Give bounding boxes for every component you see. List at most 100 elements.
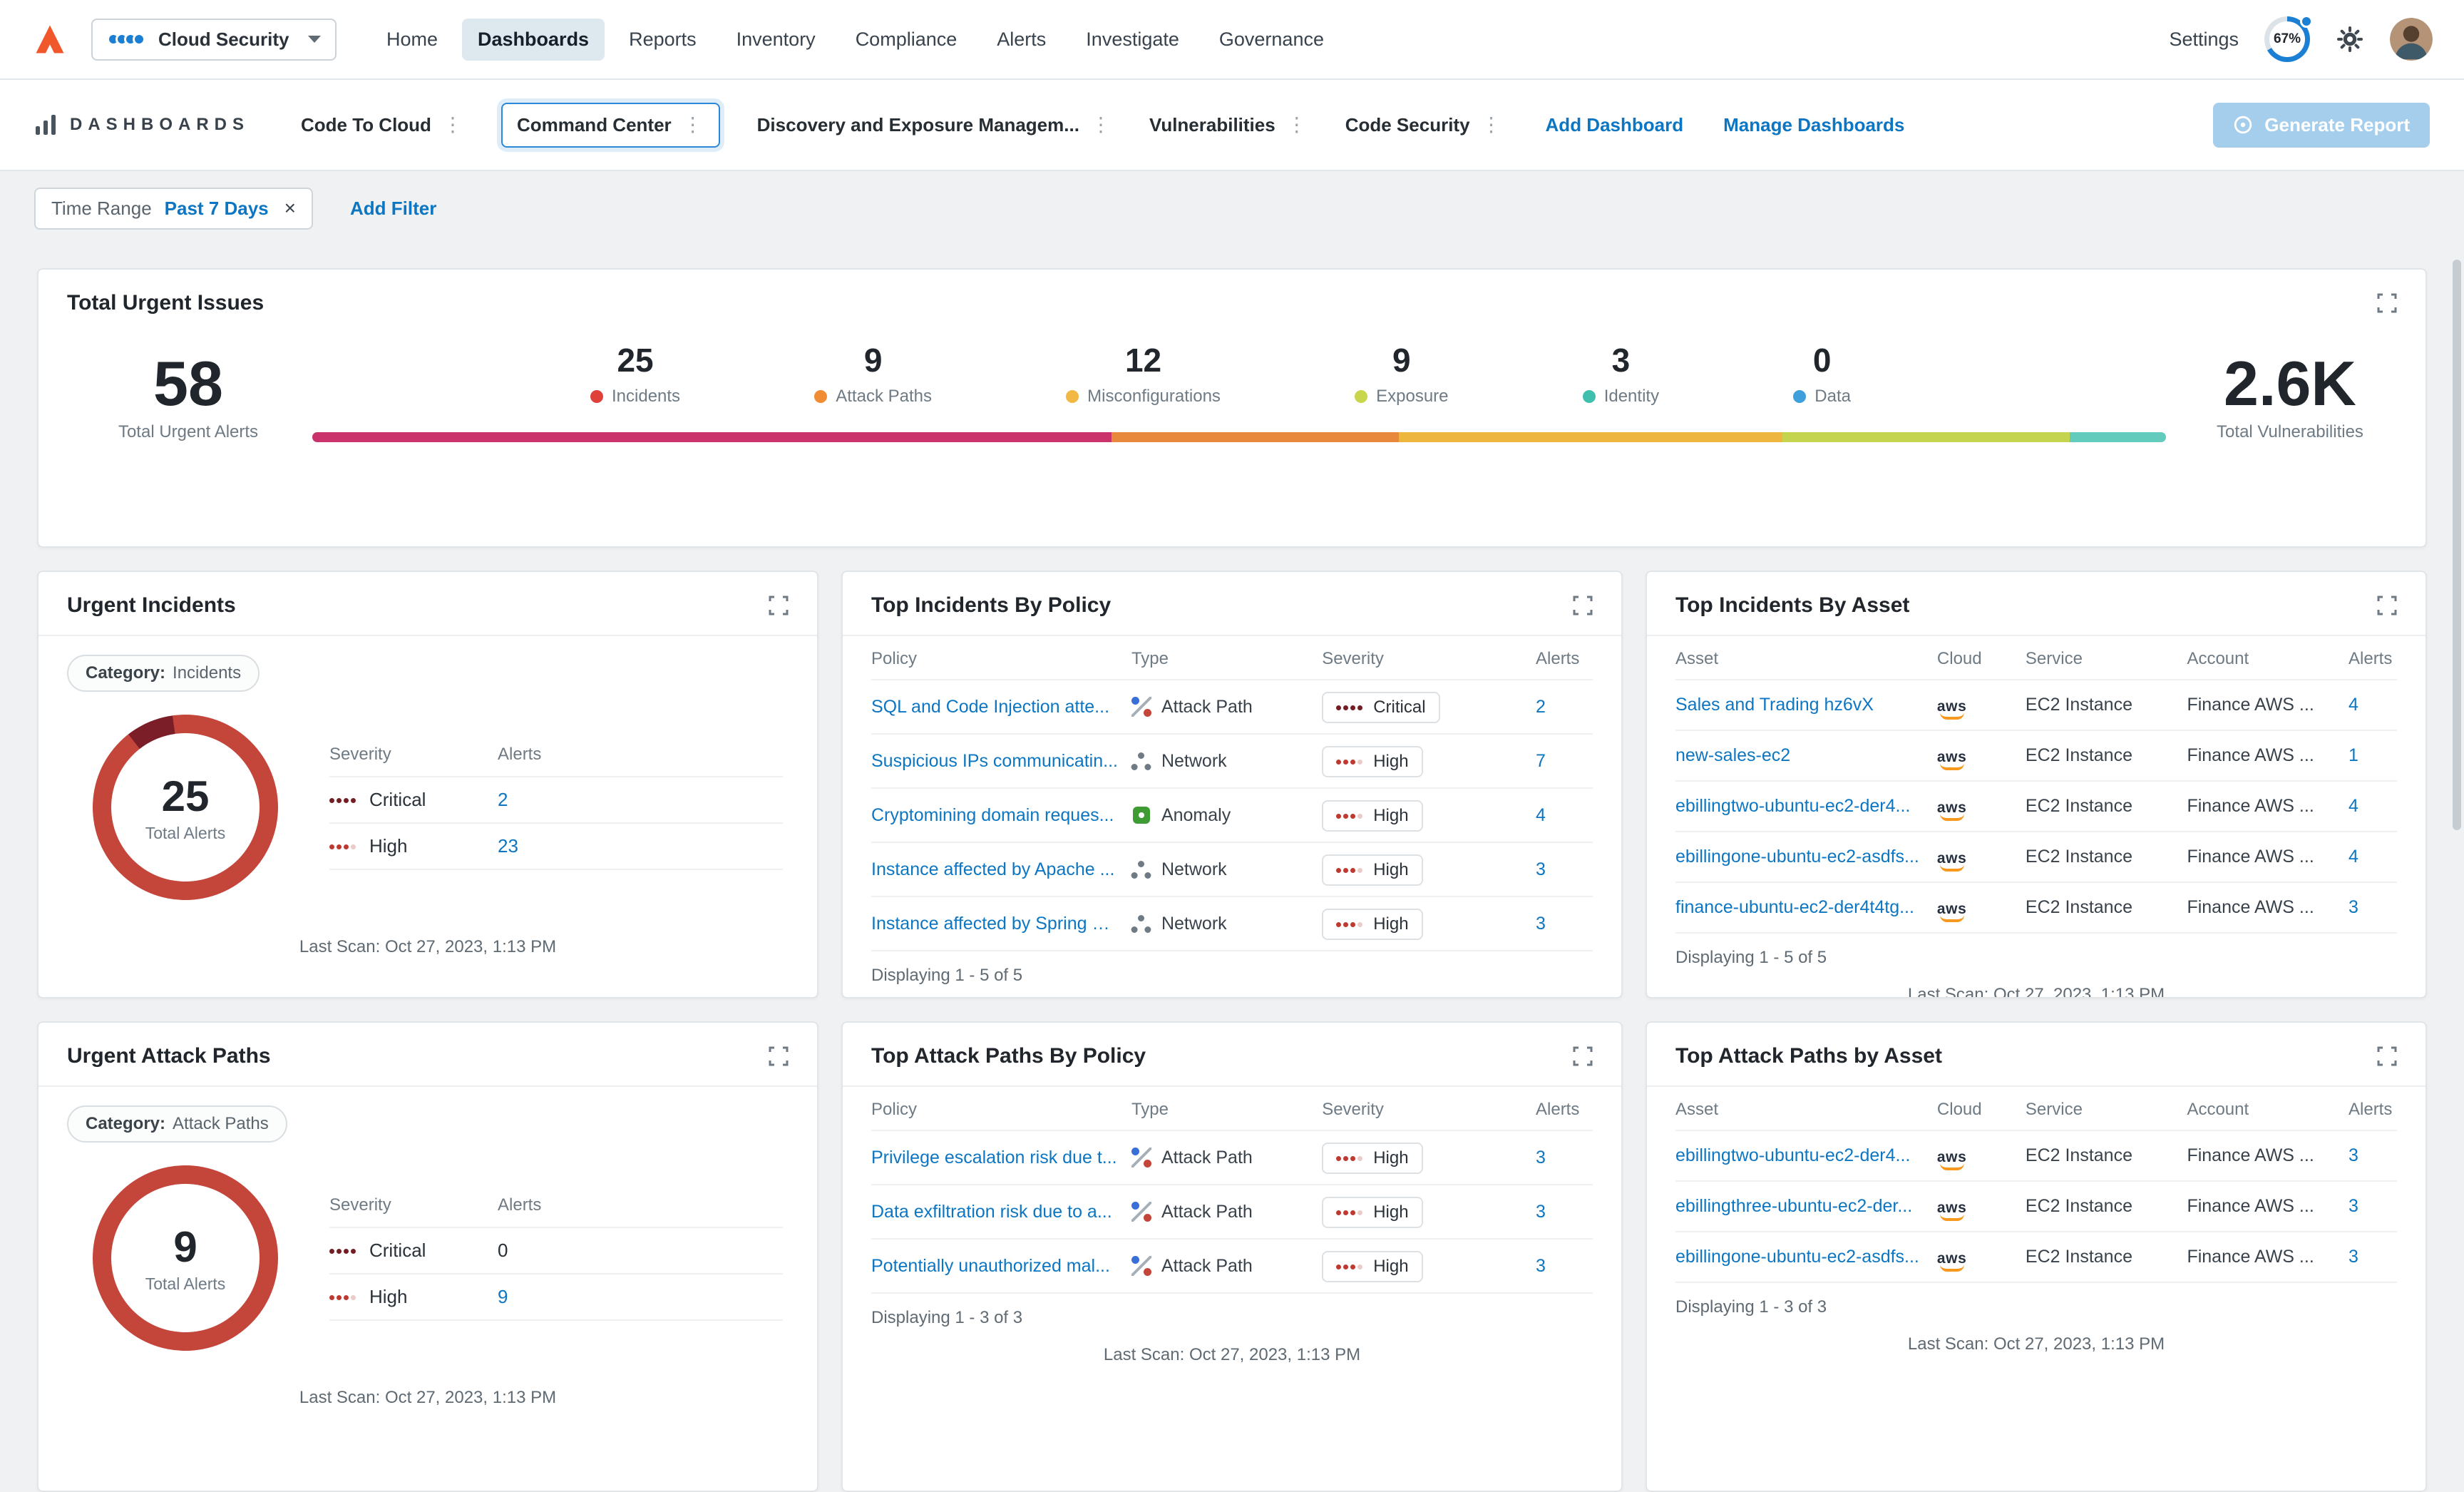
asset-link[interactable]: ebillingtwo-ubuntu-ec2-der4...: [1675, 1145, 1926, 1166]
vertical-scrollbar[interactable]: [2453, 260, 2461, 830]
nav-item-investigate[interactable]: Investigate: [1070, 19, 1195, 61]
account-cell: Finance AWS ...: [2187, 1247, 2314, 1267]
category-dot-icon: [814, 390, 828, 403]
usage-progress-badge[interactable]: 67%: [2264, 15, 2313, 62]
expand-icon[interactable]: [769, 1046, 789, 1066]
brand-logo-icon[interactable]: [31, 21, 68, 58]
time-range-filter-chip[interactable]: Time Range Past 7 Days ×: [34, 187, 313, 230]
nav-item-compliance[interactable]: Compliance: [840, 19, 973, 61]
add-dashboard-link[interactable]: Add Dashboard: [1546, 114, 1684, 136]
product-selector[interactable]: Cloud Security: [91, 18, 337, 61]
card-urgent-incidents: Urgent Incidents Category: Incidents 25 …: [37, 571, 818, 998]
alerts-count-link[interactable]: 4: [2348, 695, 2397, 715]
pagination-status: Displaying 1 - 5 of 5: [1675, 948, 1827, 967]
alerts-count-link[interactable]: 2: [1536, 697, 1593, 717]
severity-dots-icon: [329, 843, 356, 850]
policy-link[interactable]: SQL and Code Injection atte...: [871, 697, 1120, 717]
asset-table: Asset Cloud Service Account Alerts ebill…: [1647, 1087, 2426, 1283]
alerts-count-link[interactable]: 4: [2348, 847, 2397, 867]
generate-report-button[interactable]: Generate Report: [2213, 102, 2430, 148]
alerts-count-link[interactable]: 1: [2348, 745, 2397, 766]
tab-code-security[interactable]: Code Security ⋮: [1345, 114, 1503, 136]
gear-icon[interactable]: [2336, 25, 2364, 53]
policy-link[interactable]: Instance affected by Spring Fr...: [871, 914, 1120, 934]
tab-command-center[interactable]: Command Center ⋮: [500, 102, 720, 148]
nav-item-dashboards[interactable]: Dashboards: [462, 18, 605, 61]
alerts-count-link[interactable]: 23: [498, 835, 518, 857]
add-filter-link[interactable]: Add Filter: [350, 198, 436, 220]
cloud-cell: aws: [1937, 1242, 2014, 1272]
bar-segment: [1111, 432, 1399, 442]
aws-logo-icon: aws: [1937, 1251, 1967, 1272]
policy-link[interactable]: Privilege escalation risk due t...: [871, 1148, 1120, 1168]
alerts-count-link[interactable]: 2: [498, 789, 508, 811]
alerts-count-link[interactable]: 0: [498, 1240, 508, 1262]
tab-discovery-exposure[interactable]: Discovery and Exposure Managem... ⋮: [757, 114, 1112, 136]
table-row: Instance affected by Spring Fr... Networ…: [871, 897, 1593, 951]
expand-icon[interactable]: [1573, 1046, 1593, 1066]
close-icon[interactable]: ×: [284, 198, 296, 218]
tab-code-to-cloud[interactable]: Code To Cloud ⋮: [301, 114, 464, 136]
card-total-urgent-issues: Total Urgent Issues 58 Total Urgent Aler…: [37, 268, 2427, 548]
user-avatar[interactable]: [2390, 18, 2433, 61]
alerts-count-link[interactable]: 3: [2348, 1247, 2397, 1267]
alerts-count-link[interactable]: 3: [2348, 1196, 2397, 1217]
alerts-count-link[interactable]: 3: [1536, 1202, 1593, 1222]
settings-link[interactable]: Settings: [2169, 29, 2239, 51]
asset-link[interactable]: ebillingone-ubuntu-ec2-asdfs...: [1675, 1247, 1926, 1267]
severity-dots-icon: [1336, 1209, 1363, 1216]
expand-icon[interactable]: [2377, 1046, 2397, 1066]
alerts-count-link[interactable]: 3: [1536, 859, 1593, 880]
nav-item-inventory[interactable]: Inventory: [721, 19, 831, 61]
policy-link[interactable]: Data exfiltration risk due to a...: [871, 1202, 1120, 1222]
manage-dashboards-link[interactable]: Manage Dashboards: [1723, 114, 1904, 136]
service-cell: EC2 Instance: [2025, 796, 2132, 816]
donut-total: 9: [173, 1223, 197, 1271]
asset-link[interactable]: ebillingone-ubuntu-ec2-asdfs...: [1675, 847, 1926, 867]
alerts-count-link[interactable]: 4: [1536, 805, 1593, 826]
alerts-count-link[interactable]: 3: [2348, 1145, 2397, 1166]
time-range-label: Time Range: [51, 197, 152, 219]
expand-icon[interactable]: [769, 596, 789, 615]
kebab-menu-icon[interactable]: ⋮: [1480, 115, 1503, 135]
expand-icon[interactable]: [1573, 596, 1593, 615]
policy-link[interactable]: Instance affected by Apache ...: [871, 859, 1120, 880]
alerts-count-link[interactable]: 9: [498, 1286, 508, 1308]
expand-icon[interactable]: [2377, 293, 2397, 313]
asset-link[interactable]: ebillingtwo-ubuntu-ec2-der4...: [1675, 796, 1926, 817]
dashboards-toolbar: DASHBOARDS Code To Cloud ⋮ Command Cente…: [0, 80, 2464, 171]
table-row: Suspicious IPs communicatin... Network H…: [871, 735, 1593, 789]
kebab-menu-icon[interactable]: ⋮: [1285, 115, 1308, 135]
policy-link[interactable]: Suspicious IPs communicatin...: [871, 751, 1120, 772]
policy-link[interactable]: Cryptomining domain reques...: [871, 805, 1120, 826]
alerts-count-link[interactable]: 3: [1536, 1148, 1593, 1168]
last-scan-text: Last Scan: Oct 27, 2023, 1:13 PM: [1907, 1334, 2165, 1354]
policy-link[interactable]: Potentially unauthorized mal...: [871, 1256, 1120, 1277]
alerts-count-link[interactable]: 3: [1536, 914, 1593, 934]
policy-type-cell: Network: [1131, 859, 1310, 880]
time-range-value[interactable]: Past 7 Days: [165, 198, 269, 220]
alerts-count-link[interactable]: 7: [1536, 751, 1593, 772]
nav-item-governance[interactable]: Governance: [1203, 19, 1340, 61]
nav-item-reports[interactable]: Reports: [613, 19, 712, 61]
nav-item-home[interactable]: Home: [371, 19, 453, 61]
asset-link[interactable]: new-sales-ec2: [1675, 745, 1926, 766]
kebab-menu-icon[interactable]: ⋮: [441, 115, 464, 135]
asset-link[interactable]: ebillingthree-ubuntu-ec2-der...: [1675, 1196, 1926, 1217]
policy-type-cell: Anomaly: [1131, 805, 1310, 826]
kebab-menu-icon[interactable]: ⋮: [682, 115, 704, 135]
severity-dots-icon: [1336, 921, 1363, 928]
asset-link[interactable]: finance-ubuntu-ec2-der4t4tg...: [1675, 897, 1926, 918]
severity-dots-icon: [329, 1294, 356, 1301]
nav-item-alerts[interactable]: Alerts: [981, 19, 1062, 61]
attack-path-icon: [1131, 1148, 1151, 1167]
expand-icon[interactable]: [2377, 596, 2397, 615]
cloud-cell: aws: [1937, 792, 2014, 821]
tab-vulnerabilities[interactable]: Vulnerabilities ⋮: [1149, 114, 1308, 136]
table-row: Sales and Trading hz6vX aws EC2 Instance…: [1675, 680, 2397, 731]
alerts-count-link[interactable]: 3: [1536, 1256, 1593, 1277]
kebab-menu-icon[interactable]: ⋮: [1089, 115, 1112, 135]
alerts-count-link[interactable]: 4: [2348, 796, 2397, 817]
alerts-count-link[interactable]: 3: [2348, 897, 2397, 918]
asset-link[interactable]: Sales and Trading hz6vX: [1675, 695, 1926, 715]
